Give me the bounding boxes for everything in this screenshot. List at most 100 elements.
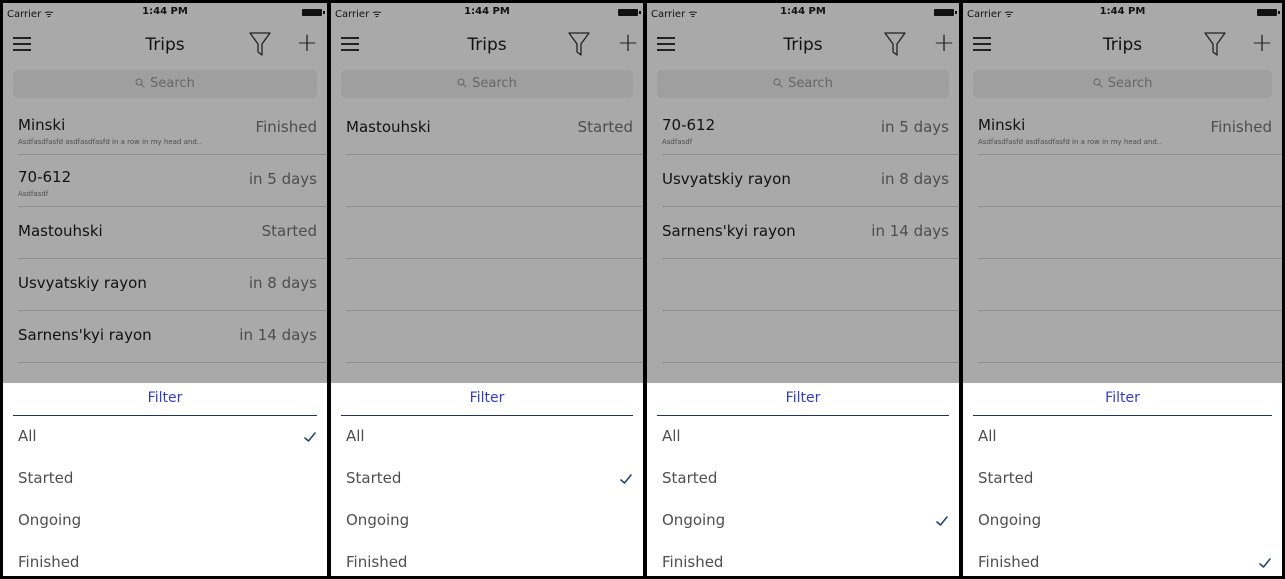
trip-title: Mastouhski — [18, 222, 103, 240]
status-time: 1:44 PM — [464, 6, 510, 17]
trip-status: Started — [577, 118, 633, 136]
filter-option-label: Ongoing — [978, 511, 1042, 529]
trip-row[interactable]: Sarnens'kyi rayon in 14 days — [647, 207, 959, 259]
search-placeholder: Search — [1107, 76, 1153, 91]
filter-option-label: Finished — [18, 553, 80, 571]
filter-sheet: Filter All Started Ongoing Finished — [331, 383, 643, 576]
status-bar: Carrier ᯤ 1:44 PM — [3, 3, 327, 21]
filter-option[interactable]: Finished — [3, 542, 327, 576]
plus-icon[interactable]: + — [1250, 29, 1274, 57]
filter-option[interactable]: Ongoing — [647, 500, 959, 542]
trip-row[interactable]: Mastouhski Started — [331, 103, 643, 155]
empty-row — [963, 155, 1282, 207]
filter-option[interactable]: Started — [331, 458, 643, 500]
funnel-icon[interactable] — [883, 30, 907, 58]
plus-icon[interactable]: + — [295, 29, 319, 57]
filter-option-label: Finished — [662, 553, 724, 571]
trip-row[interactable]: 70-612 Asdfasdf in 5 days — [3, 155, 327, 207]
empty-row — [647, 259, 959, 311]
plus-icon[interactable]: + — [932, 29, 956, 57]
checkmark-icon — [936, 516, 948, 526]
funnel-icon[interactable] — [248, 30, 272, 58]
search-input[interactable]: Search — [657, 70, 949, 98]
trip-row[interactable]: Sarnens'kyi rayon in 14 days — [3, 311, 327, 363]
trip-status: Finished — [1210, 118, 1272, 136]
filter-option-label: Ongoing — [662, 511, 726, 529]
filter-option[interactable]: All — [331, 416, 643, 458]
filter-option[interactable]: Started — [647, 458, 959, 500]
status-time: 1:44 PM — [1099, 6, 1146, 17]
funnel-icon[interactable] — [567, 30, 591, 58]
filter-option[interactable]: Finished — [647, 542, 959, 576]
trip-subtitle: Asdfasdf — [18, 190, 49, 198]
search-input[interactable]: Search — [13, 70, 317, 98]
empty-row — [331, 259, 643, 311]
battery-icon — [618, 9, 641, 16]
trip-row[interactable]: Mastouhski Started — [3, 207, 327, 259]
page-title: Trips — [1102, 35, 1143, 55]
trip-title: Usvyatskiy rayon — [662, 170, 791, 188]
checkmark-icon — [1259, 558, 1271, 568]
empty-row — [331, 311, 643, 363]
trip-status: Finished — [255, 118, 317, 136]
status-bar: Carrier ᯤ 1:44 PM — [647, 3, 959, 21]
trip-status: in 14 days — [871, 222, 949, 240]
filter-option-label: All — [346, 427, 365, 445]
trip-status: in 5 days — [248, 170, 317, 188]
filter-option-label: Started — [346, 469, 402, 487]
empty-row — [963, 207, 1282, 259]
filter-title: Filter — [469, 390, 505, 406]
phone-screen: Carrier ᯤ 1:44 PM Trips + Search Mastouh… — [328, 0, 646, 579]
page-title: Trips — [467, 35, 507, 55]
filter-option[interactable]: Finished — [963, 542, 1282, 576]
filter-option[interactable]: Finished — [331, 542, 643, 576]
screens-container: Carrier ᯤ 1:44 PM Trips + Search Minski A… — [0, 0, 1285, 579]
filter-title: Filter — [1105, 390, 1140, 406]
trip-row[interactable]: Minski Asdfasdfasfd asdfasdfasfd in a row… — [3, 103, 327, 155]
filter-title: Filter — [147, 390, 183, 406]
filter-option-label: Started — [978, 469, 1034, 487]
filter-option-label: All — [662, 427, 681, 445]
filter-option[interactable]: All — [963, 416, 1282, 458]
filter-option-label: Started — [18, 469, 74, 487]
filter-option[interactable]: Started — [963, 458, 1282, 500]
filter-option-label: Ongoing — [346, 511, 410, 529]
filter-option[interactable]: All — [647, 416, 959, 458]
nav-bar: Trips + — [3, 23, 327, 65]
trip-row[interactable]: Usvyatskiy rayon in 8 days — [647, 155, 959, 207]
search-input[interactable]: Search — [341, 70, 633, 98]
search-input[interactable]: Search — [973, 70, 1272, 98]
filter-option-label: Started — [662, 469, 718, 487]
filter-option[interactable]: Started — [3, 458, 327, 500]
plus-icon[interactable]: + — [616, 29, 640, 57]
filter-sheet: Filter All Started Ongoing Finished — [3, 383, 327, 576]
search-placeholder: Search — [150, 76, 195, 91]
trip-status: Started — [261, 222, 317, 240]
empty-row — [963, 259, 1282, 311]
battery-icon — [302, 9, 325, 16]
filter-title: Filter — [785, 390, 821, 406]
filter-option[interactable]: Ongoing — [963, 500, 1282, 542]
filter-option[interactable]: Ongoing — [331, 500, 643, 542]
trip-status: in 8 days — [248, 274, 317, 292]
filter-option-label: All — [18, 427, 37, 445]
trip-row[interactable]: 70-612 Asdfasdf in 5 days — [647, 103, 959, 155]
search-placeholder: Search — [472, 76, 517, 91]
nav-bar: Trips + — [963, 23, 1282, 65]
trip-row[interactable]: Minski Asdfasdfasfd asdfasdfasfd in a row… — [963, 103, 1282, 155]
filter-option[interactable]: All — [3, 416, 327, 458]
phone-screen: Carrier ᯤ 1:44 PM Trips + Search Minski A… — [960, 0, 1285, 579]
magnifier-icon — [773, 78, 783, 88]
magnifier-icon — [457, 78, 467, 88]
filter-option-label: Ongoing — [18, 511, 82, 529]
trip-title: 70-612 — [662, 116, 716, 134]
funnel-icon[interactable] — [1203, 30, 1227, 58]
filter-option-label: Finished — [346, 553, 408, 571]
trip-status: in 8 days — [880, 170, 949, 188]
search-placeholder: Search — [788, 76, 833, 91]
status-bar: Carrier ᯤ 1:44 PM — [963, 3, 1282, 21]
nav-bar: Trips + — [331, 23, 643, 65]
magnifier-icon — [135, 78, 145, 88]
filter-option[interactable]: Ongoing — [3, 500, 327, 542]
trip-row[interactable]: Usvyatskiy rayon in 8 days — [3, 259, 327, 311]
